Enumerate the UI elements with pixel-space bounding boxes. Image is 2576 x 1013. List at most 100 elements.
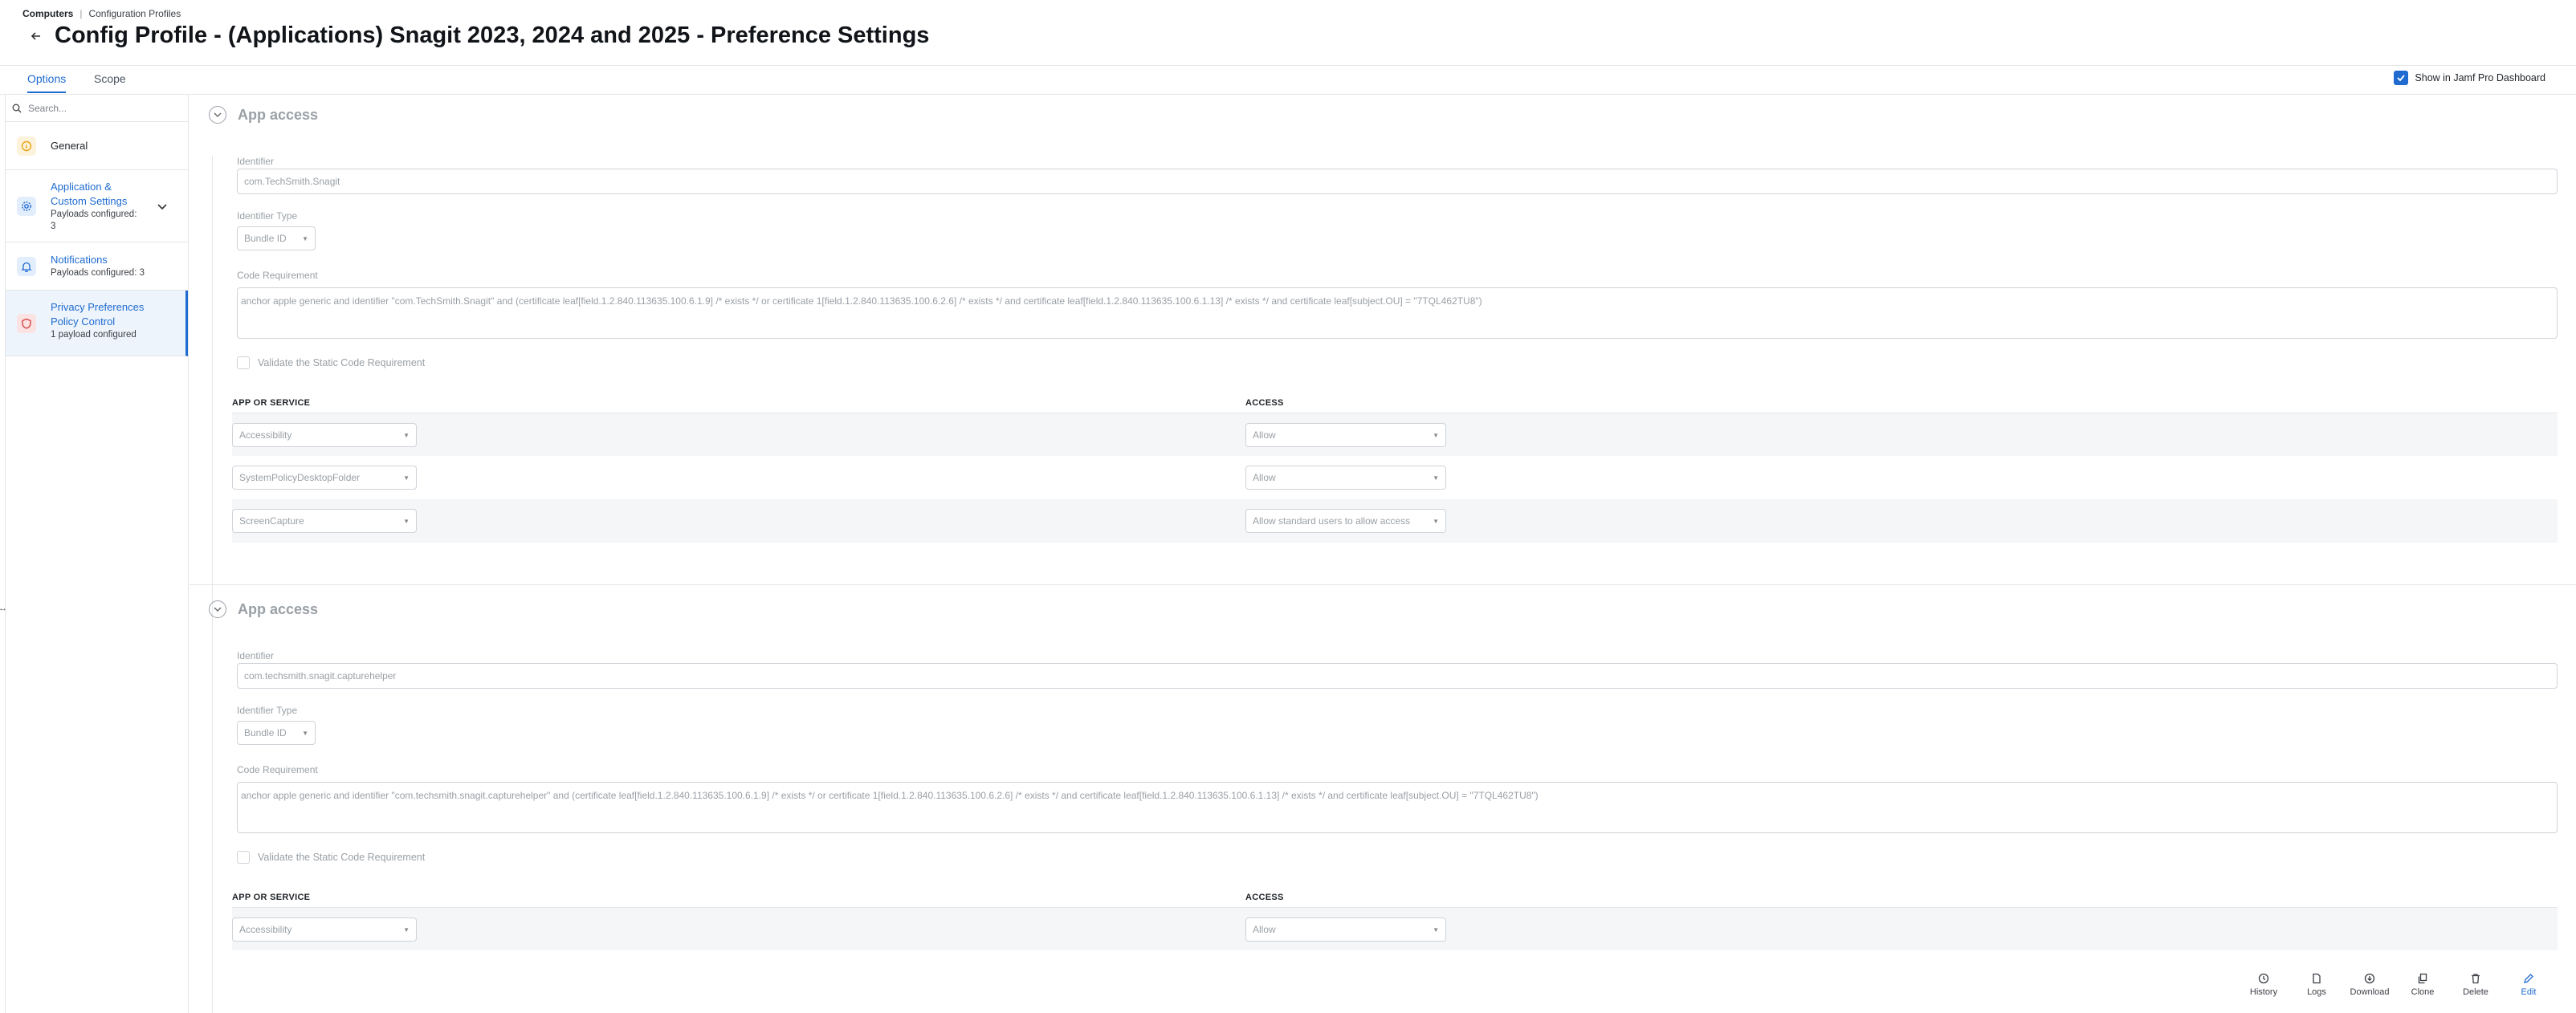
- edit-label: Edit: [2521, 987, 2537, 997]
- search-bar: [6, 95, 188, 122]
- sidebar-collapse-strip: ↔: [0, 95, 7, 1013]
- service-select[interactable]: Accessibility ▼: [232, 917, 417, 942]
- table-row: Accessibility ▼ Allow ▼: [232, 907, 2558, 950]
- chevron-down-icon: [214, 607, 222, 612]
- action-toolbar: History Logs Download Clone Delete Edit: [2237, 973, 2555, 997]
- bell-icon: [17, 257, 36, 276]
- validate-checkbox-row[interactable]: Validate the Static Code Requirement: [237, 356, 425, 369]
- caret-down-icon: ▼: [1433, 431, 1439, 439]
- logs-button[interactable]: Logs: [2290, 973, 2343, 997]
- access-value: Allow: [1253, 472, 1276, 483]
- access-select[interactable]: Allow ▼: [1245, 423, 1446, 447]
- sidebar-item-general[interactable]: General: [6, 122, 188, 170]
- access-value: Allow standard users to allow access: [1253, 515, 1411, 527]
- table-row: ScreenCapture ▼ Allow standard users to …: [232, 499, 2558, 543]
- collapse-button[interactable]: [209, 106, 226, 124]
- delete-label: Delete: [2463, 987, 2488, 997]
- tab-options[interactable]: Options: [27, 72, 67, 93]
- section-body: Identifier com.techsmith.snagit.captureh…: [212, 650, 2558, 1013]
- copy-icon: [2418, 973, 2427, 984]
- shield-icon: [17, 314, 36, 333]
- caret-down-icon: ▼: [1433, 926, 1439, 934]
- validate-checkbox-row[interactable]: Validate the Static Code Requirement: [237, 851, 425, 864]
- edit-button[interactable]: Edit: [2502, 973, 2555, 997]
- section-divider: [190, 584, 2576, 585]
- tab-bar: Options Scope Show in Jamf Pro Dashboard: [0, 66, 2576, 95]
- sidebar-item-label: Privacy Preferences Policy Control: [51, 301, 145, 327]
- code-requirement-label: Code Requirement: [237, 270, 318, 281]
- table-row: SystemPolicyDesktopFolder ▼ Allow ▼: [232, 456, 2558, 499]
- sidebar-item-sub: Payloads configured: 3: [51, 210, 137, 231]
- clone-button[interactable]: Clone: [2396, 973, 2449, 997]
- identifier-type-select[interactable]: Bundle ID ▼: [237, 721, 316, 745]
- page-title: Config Profile - (Applications) Snagit 2…: [55, 22, 930, 48]
- info-icon: [17, 136, 36, 156]
- sidebar-item-privacy-preferences[interactable]: Privacy Preferences Policy Control 1 pay…: [6, 291, 188, 356]
- service-select[interactable]: ScreenCapture ▼: [232, 509, 417, 533]
- caret-down-icon: ▼: [1433, 474, 1439, 482]
- validate-checkbox[interactable]: [237, 356, 250, 369]
- search-icon: [12, 104, 22, 112]
- section-body: Identifier com.TechSmith.Snagit Identifi…: [212, 156, 2558, 657]
- validate-label: Validate the Static Code Requirement: [258, 357, 426, 368]
- access-select[interactable]: Allow ▼: [1245, 917, 1446, 942]
- main-content: App access Identifier com.TechSmith.Snag…: [190, 95, 2576, 1013]
- col-app-or-service: APP OR SERVICE: [232, 398, 311, 408]
- access-value: Allow: [1253, 429, 1276, 441]
- access-value: Allow: [1253, 924, 1276, 935]
- sidebar-item-label: Notifications: [51, 254, 108, 266]
- caret-down-icon: ▼: [403, 517, 410, 525]
- back-button[interactable]: [27, 27, 45, 45]
- clone-label: Clone: [2411, 987, 2435, 997]
- download-label: Download: [2350, 987, 2390, 997]
- logs-label: Logs: [2307, 987, 2326, 997]
- table-row: Accessibility ▼ Allow ▼: [232, 413, 2558, 456]
- identifier-type-label: Identifier Type: [237, 705, 298, 716]
- history-button[interactable]: History: [2237, 973, 2290, 997]
- sidebar-item-sub: 1 payload configured: [51, 330, 137, 340]
- section-title: App access: [238, 600, 319, 617]
- gear-icon: [17, 197, 36, 216]
- identifier-field[interactable]: com.TechSmith.Snagit: [237, 169, 2558, 194]
- service-select[interactable]: Accessibility ▼: [232, 423, 417, 447]
- sidebar-item-label: General: [51, 140, 88, 152]
- page-header: Computers | Configuration Profiles Confi…: [0, 0, 2576, 66]
- identifier-field[interactable]: com.techsmith.snagit.capturehelper: [237, 663, 2558, 689]
- access-select[interactable]: Allow ▼: [1245, 466, 1446, 490]
- delete-button[interactable]: Delete: [2449, 973, 2502, 997]
- col-app-or-service: APP OR SERVICE: [232, 893, 311, 902]
- history-label: History: [2249, 987, 2278, 997]
- search-input[interactable]: [28, 102, 173, 114]
- caret-down-icon: ▼: [403, 431, 410, 439]
- section-header: App access: [209, 106, 318, 124]
- show-dashboard-toggle[interactable]: Show in Jamf Pro Dashboard: [2394, 71, 2545, 85]
- identifier-type-select[interactable]: Bundle ID ▼: [237, 226, 316, 250]
- identifier-type-value: Bundle ID: [244, 727, 287, 738]
- tab-scope[interactable]: Scope: [94, 72, 126, 92]
- breadcrumb-computers[interactable]: Computers: [22, 8, 73, 19]
- caret-down-icon: ▼: [302, 234, 308, 242]
- chevron-down-icon: [214, 112, 222, 117]
- code-requirement-field[interactable]: anchor apple generic and identifier "com…: [237, 287, 2558, 339]
- access-select[interactable]: Allow standard users to allow access ▼: [1245, 509, 1446, 533]
- sidebar-item-application-custom-settings[interactable]: Application & Custom Settings Payloads c…: [6, 170, 188, 242]
- download-button[interactable]: Download: [2343, 973, 2396, 997]
- service-value: SystemPolicyDesktopFolder: [239, 472, 361, 483]
- service-select[interactable]: SystemPolicyDesktopFolder ▼: [232, 466, 417, 490]
- sidebar-item-sub: Payloads configured: 3: [51, 268, 145, 278]
- code-requirement-field[interactable]: anchor apple generic and identifier "com…: [237, 782, 2558, 833]
- breadcrumb-separator: |: [79, 8, 83, 19]
- caret-down-icon: ▼: [403, 474, 410, 482]
- checkbox-checked-icon[interactable]: [2394, 71, 2409, 85]
- caret-down-icon: ▼: [302, 729, 308, 737]
- identifier-type-value: Bundle ID: [244, 233, 287, 244]
- service-value: ScreenCapture: [239, 515, 304, 527]
- breadcrumb-current[interactable]: Configuration Profiles: [88, 8, 181, 19]
- sidebar-item-notifications[interactable]: Notifications Payloads configured: 3: [6, 242, 188, 291]
- download-icon: [2364, 973, 2375, 984]
- section-title: App access: [238, 106, 319, 123]
- validate-checkbox[interactable]: [237, 851, 250, 864]
- collapse-button[interactable]: [209, 600, 226, 618]
- section-header: App access: [209, 600, 318, 618]
- chevron-down-icon[interactable]: [157, 201, 167, 213]
